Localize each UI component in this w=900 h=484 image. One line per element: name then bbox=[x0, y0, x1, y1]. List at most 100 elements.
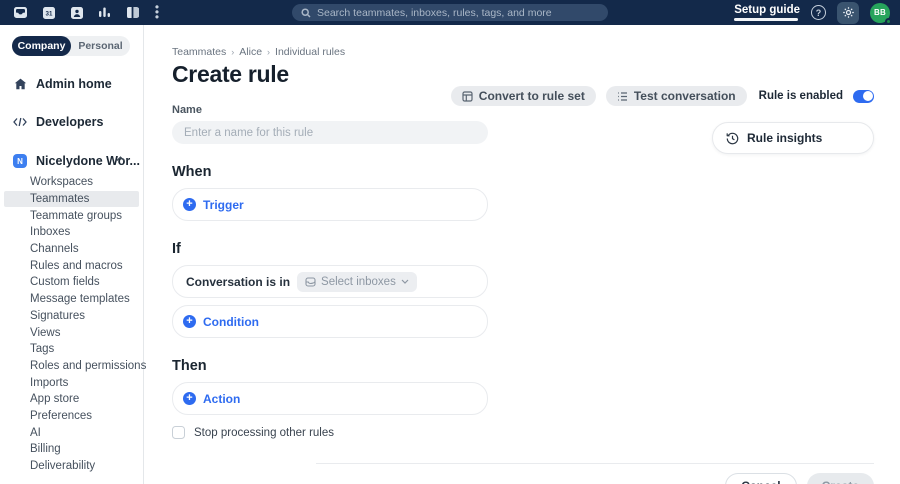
search-icon bbox=[301, 7, 311, 18]
contacts-icon[interactable] bbox=[69, 5, 84, 20]
sidebar-item-tags[interactable]: Tags bbox=[0, 341, 143, 358]
sidebar-item-rules-and-macros[interactable]: Rules and macros bbox=[0, 257, 143, 274]
rule-name-input[interactable] bbox=[172, 121, 488, 144]
add-condition-card[interactable]: + Condition bbox=[172, 305, 488, 338]
search-placeholder: Search teammates, inboxes, rules, tags, … bbox=[317, 6, 552, 19]
conversation-is-in-label: Conversation is in bbox=[186, 274, 291, 289]
top-bar: 31 • • • Search teammates, inboxes, rules,… bbox=[0, 0, 900, 25]
rule-enabled-label: Rule is enabled bbox=[758, 90, 843, 102]
sidebar-item-inboxes[interactable]: Inboxes bbox=[0, 224, 143, 241]
breadcrumb-separator: › bbox=[231, 47, 235, 57]
sidebar-item-workspaces[interactable]: Workspaces bbox=[0, 174, 143, 191]
top-bar-right: Setup guide ? BB bbox=[734, 0, 892, 25]
header-actions: Convert to rule set Test conversation Ru… bbox=[450, 86, 874, 106]
create-button[interactable]: Create bbox=[806, 473, 874, 484]
sidebar-item-roles-and-permissions[interactable]: Roles and permissions bbox=[0, 358, 146, 375]
breadcrumb-separator: › bbox=[267, 47, 271, 57]
history-icon bbox=[726, 132, 739, 145]
stop-processing-row: Stop processing other rules bbox=[172, 426, 900, 439]
convert-to-rule-set-label: Convert to rule set bbox=[478, 89, 585, 103]
section-then-heading: Then bbox=[172, 358, 207, 374]
calendar-icon[interactable]: 31 bbox=[41, 5, 56, 20]
settings-gear-icon[interactable] bbox=[837, 1, 859, 24]
setup-guide-button[interactable]: Setup guide bbox=[734, 4, 800, 21]
more-kebab-icon[interactable]: • • • bbox=[153, 1, 161, 23]
add-condition-label: Condition bbox=[203, 314, 259, 329]
rule-enabled-toggle[interactable] bbox=[853, 89, 874, 103]
sidebar-item-teammates[interactable]: Teammates bbox=[4, 190, 139, 208]
code-icon bbox=[13, 117, 27, 127]
section-if-heading: If bbox=[172, 241, 181, 257]
home-icon bbox=[13, 78, 27, 90]
settings-sidebar: Company Personal Admin home Developers N… bbox=[0, 25, 146, 484]
plus-icon: + bbox=[183, 198, 196, 211]
breadcrumb-teammates[interactable]: Teammates bbox=[172, 46, 226, 58]
sidebar-item-imports[interactable]: Imports bbox=[0, 374, 143, 391]
chevron-down-icon bbox=[401, 279, 409, 284]
footer-divider bbox=[316, 463, 874, 464]
analytics-icon[interactable] bbox=[97, 5, 112, 20]
inbox-icon[interactable] bbox=[13, 5, 28, 20]
search-input[interactable]: Search teammates, inboxes, rules, tags, … bbox=[292, 4, 608, 21]
sidebar-item-preferences[interactable]: Preferences bbox=[0, 408, 143, 425]
rule-insights-label: Rule insights bbox=[747, 131, 823, 145]
inbox-small-icon bbox=[305, 276, 316, 287]
sidebar-item-workspace[interactable]: N Nicelydone Wor... bbox=[0, 154, 143, 168]
breadcrumb-individual-rules[interactable]: Individual rules bbox=[275, 46, 345, 58]
cancel-button[interactable]: Cancel bbox=[725, 473, 797, 484]
sidebar-item-teammate-groups[interactable]: Teammate groups bbox=[0, 207, 143, 224]
toggle-company[interactable]: Company bbox=[12, 36, 71, 56]
svg-text:31: 31 bbox=[45, 10, 52, 17]
breadcrumb-alice[interactable]: Alice bbox=[239, 46, 262, 58]
select-inboxes-label: Select inboxes bbox=[321, 275, 396, 288]
sidebar-item-channels[interactable]: Channels bbox=[0, 241, 143, 258]
sidebar-item-deliverability[interactable]: Deliverability bbox=[0, 458, 143, 475]
online-status-dot bbox=[885, 17, 892, 25]
stop-processing-checkbox[interactable] bbox=[172, 426, 185, 439]
condition-inbox-card: Conversation is in Select inboxes bbox=[172, 265, 488, 298]
test-conversation-label: Test conversation bbox=[633, 89, 736, 103]
sidebar-item-views[interactable]: Views bbox=[0, 324, 143, 341]
sidebar-item-developers[interactable]: Developers bbox=[0, 115, 143, 129]
stop-processing-label: Stop processing other rules bbox=[194, 426, 334, 439]
chevron-up-icon[interactable] bbox=[116, 156, 125, 162]
sidebar-item-admin-home[interactable]: Admin home bbox=[0, 77, 143, 91]
app-window: 31 • • • Search teammates, inboxes, rules,… bbox=[0, 0, 900, 484]
add-action-label: Action bbox=[203, 391, 241, 406]
add-action-card[interactable]: + Action bbox=[172, 382, 488, 415]
sidebar-item-billing[interactable]: Billing bbox=[0, 441, 143, 458]
page-title: Create rule bbox=[172, 61, 289, 87]
add-trigger-label: Trigger bbox=[203, 197, 244, 212]
sidebar-item-signatures[interactable]: Signatures bbox=[0, 308, 143, 325]
select-inboxes-dropdown[interactable]: Select inboxes bbox=[297, 271, 417, 292]
footer-buttons: Cancel Create bbox=[725, 473, 874, 484]
test-conversation-button[interactable]: Test conversation bbox=[605, 86, 747, 106]
toggle-knob bbox=[862, 91, 873, 101]
add-trigger-card[interactable]: + Trigger bbox=[172, 188, 488, 221]
setup-guide-label: Setup guide bbox=[734, 4, 800, 16]
sidebar-item-custom-fields[interactable]: Custom fields bbox=[0, 274, 143, 291]
scope-toggle: Company Personal bbox=[12, 36, 130, 56]
rule-set-icon bbox=[462, 90, 473, 102]
sidebar-item-ai[interactable]: AI bbox=[0, 424, 143, 441]
test-conversation-icon bbox=[617, 91, 628, 102]
plus-icon: + bbox=[183, 315, 196, 328]
sidebar-item-message-templates[interactable]: Message templates bbox=[0, 291, 143, 308]
avatar[interactable]: BB bbox=[870, 2, 892, 25]
sidebar-item-app-store[interactable]: App store bbox=[0, 391, 143, 408]
sidebar-item-label: Developers bbox=[36, 115, 104, 129]
sidebar-item-label: Admin home bbox=[36, 77, 112, 91]
workspace-settings-list: Workspaces Teammates Teammate groups Inb… bbox=[0, 174, 146, 475]
breadcrumb: Teammates › Alice › Individual rules bbox=[172, 46, 900, 58]
help-icon[interactable]: ? bbox=[811, 5, 826, 20]
avatar-initials: BB bbox=[874, 8, 886, 17]
section-when-heading: When bbox=[172, 164, 212, 180]
toggle-personal[interactable]: Personal bbox=[71, 36, 130, 56]
plus-icon: + bbox=[183, 392, 196, 405]
convert-to-rule-set-button[interactable]: Convert to rule set bbox=[450, 86, 596, 106]
workspace-badge-icon: N bbox=[13, 154, 27, 168]
rule-insights-panel[interactable]: Rule insights bbox=[712, 122, 874, 154]
knowledge-icon[interactable] bbox=[125, 5, 140, 20]
top-nav-icons: 31 • • • bbox=[0, 1, 161, 23]
main-content: Teammates › Alice › Individual rules Cre… bbox=[144, 25, 900, 484]
